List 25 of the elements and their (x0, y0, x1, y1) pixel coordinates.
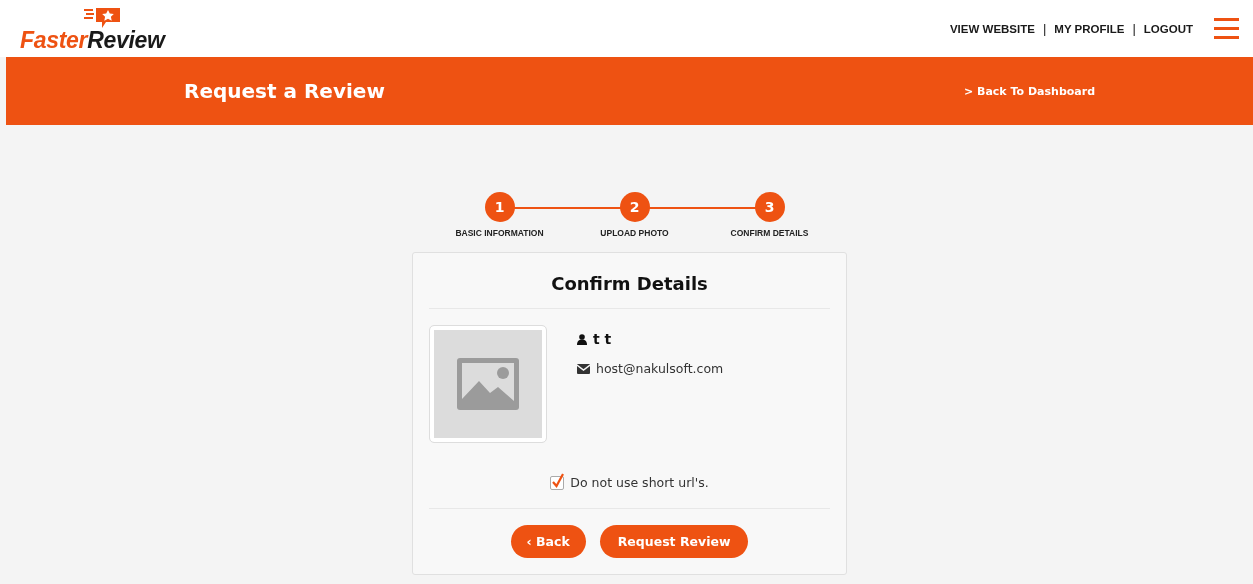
step-label: CONFIRM DETAILS (730, 228, 809, 238)
request-review-button[interactable]: Request Review (599, 525, 749, 558)
step-number: 3 (754, 192, 785, 222)
menu-icon[interactable] (1214, 18, 1239, 39)
nav-link[interactable]: LOGOUT (1143, 22, 1193, 35)
step-number: 2 (619, 192, 650, 222)
step-label: UPLOAD PHOTO (600, 228, 669, 238)
checkbox[interactable] (550, 475, 565, 490)
contact-name: t t (593, 331, 612, 347)
nav-link[interactable]: VIEW WEBSITE (949, 22, 1035, 35)
nav-separator: | (1041, 21, 1048, 36)
page-title: Request a Review (184, 79, 386, 103)
nav-link[interactable]: MY PROFILE (1054, 22, 1125, 35)
nav-separator: | (1131, 21, 1137, 36)
card-title: Confirm Details (429, 253, 830, 309)
step-number: 1 (484, 192, 515, 222)
checkbox-label: Do not use short url's. (570, 475, 709, 490)
step-label: BASIC INFORMATION (455, 228, 544, 238)
logo-text[interactable]: FasterReview (20, 27, 165, 54)
back-to-dashboard-link[interactable]: > Back To Dashboard (964, 84, 1096, 98)
person-icon (577, 333, 587, 345)
image-placeholder-icon (457, 358, 519, 410)
contact-email: host@nakulsoft.com (596, 361, 724, 376)
back-button[interactable]: ‹ Back (510, 525, 586, 558)
envelope-icon (577, 363, 590, 374)
